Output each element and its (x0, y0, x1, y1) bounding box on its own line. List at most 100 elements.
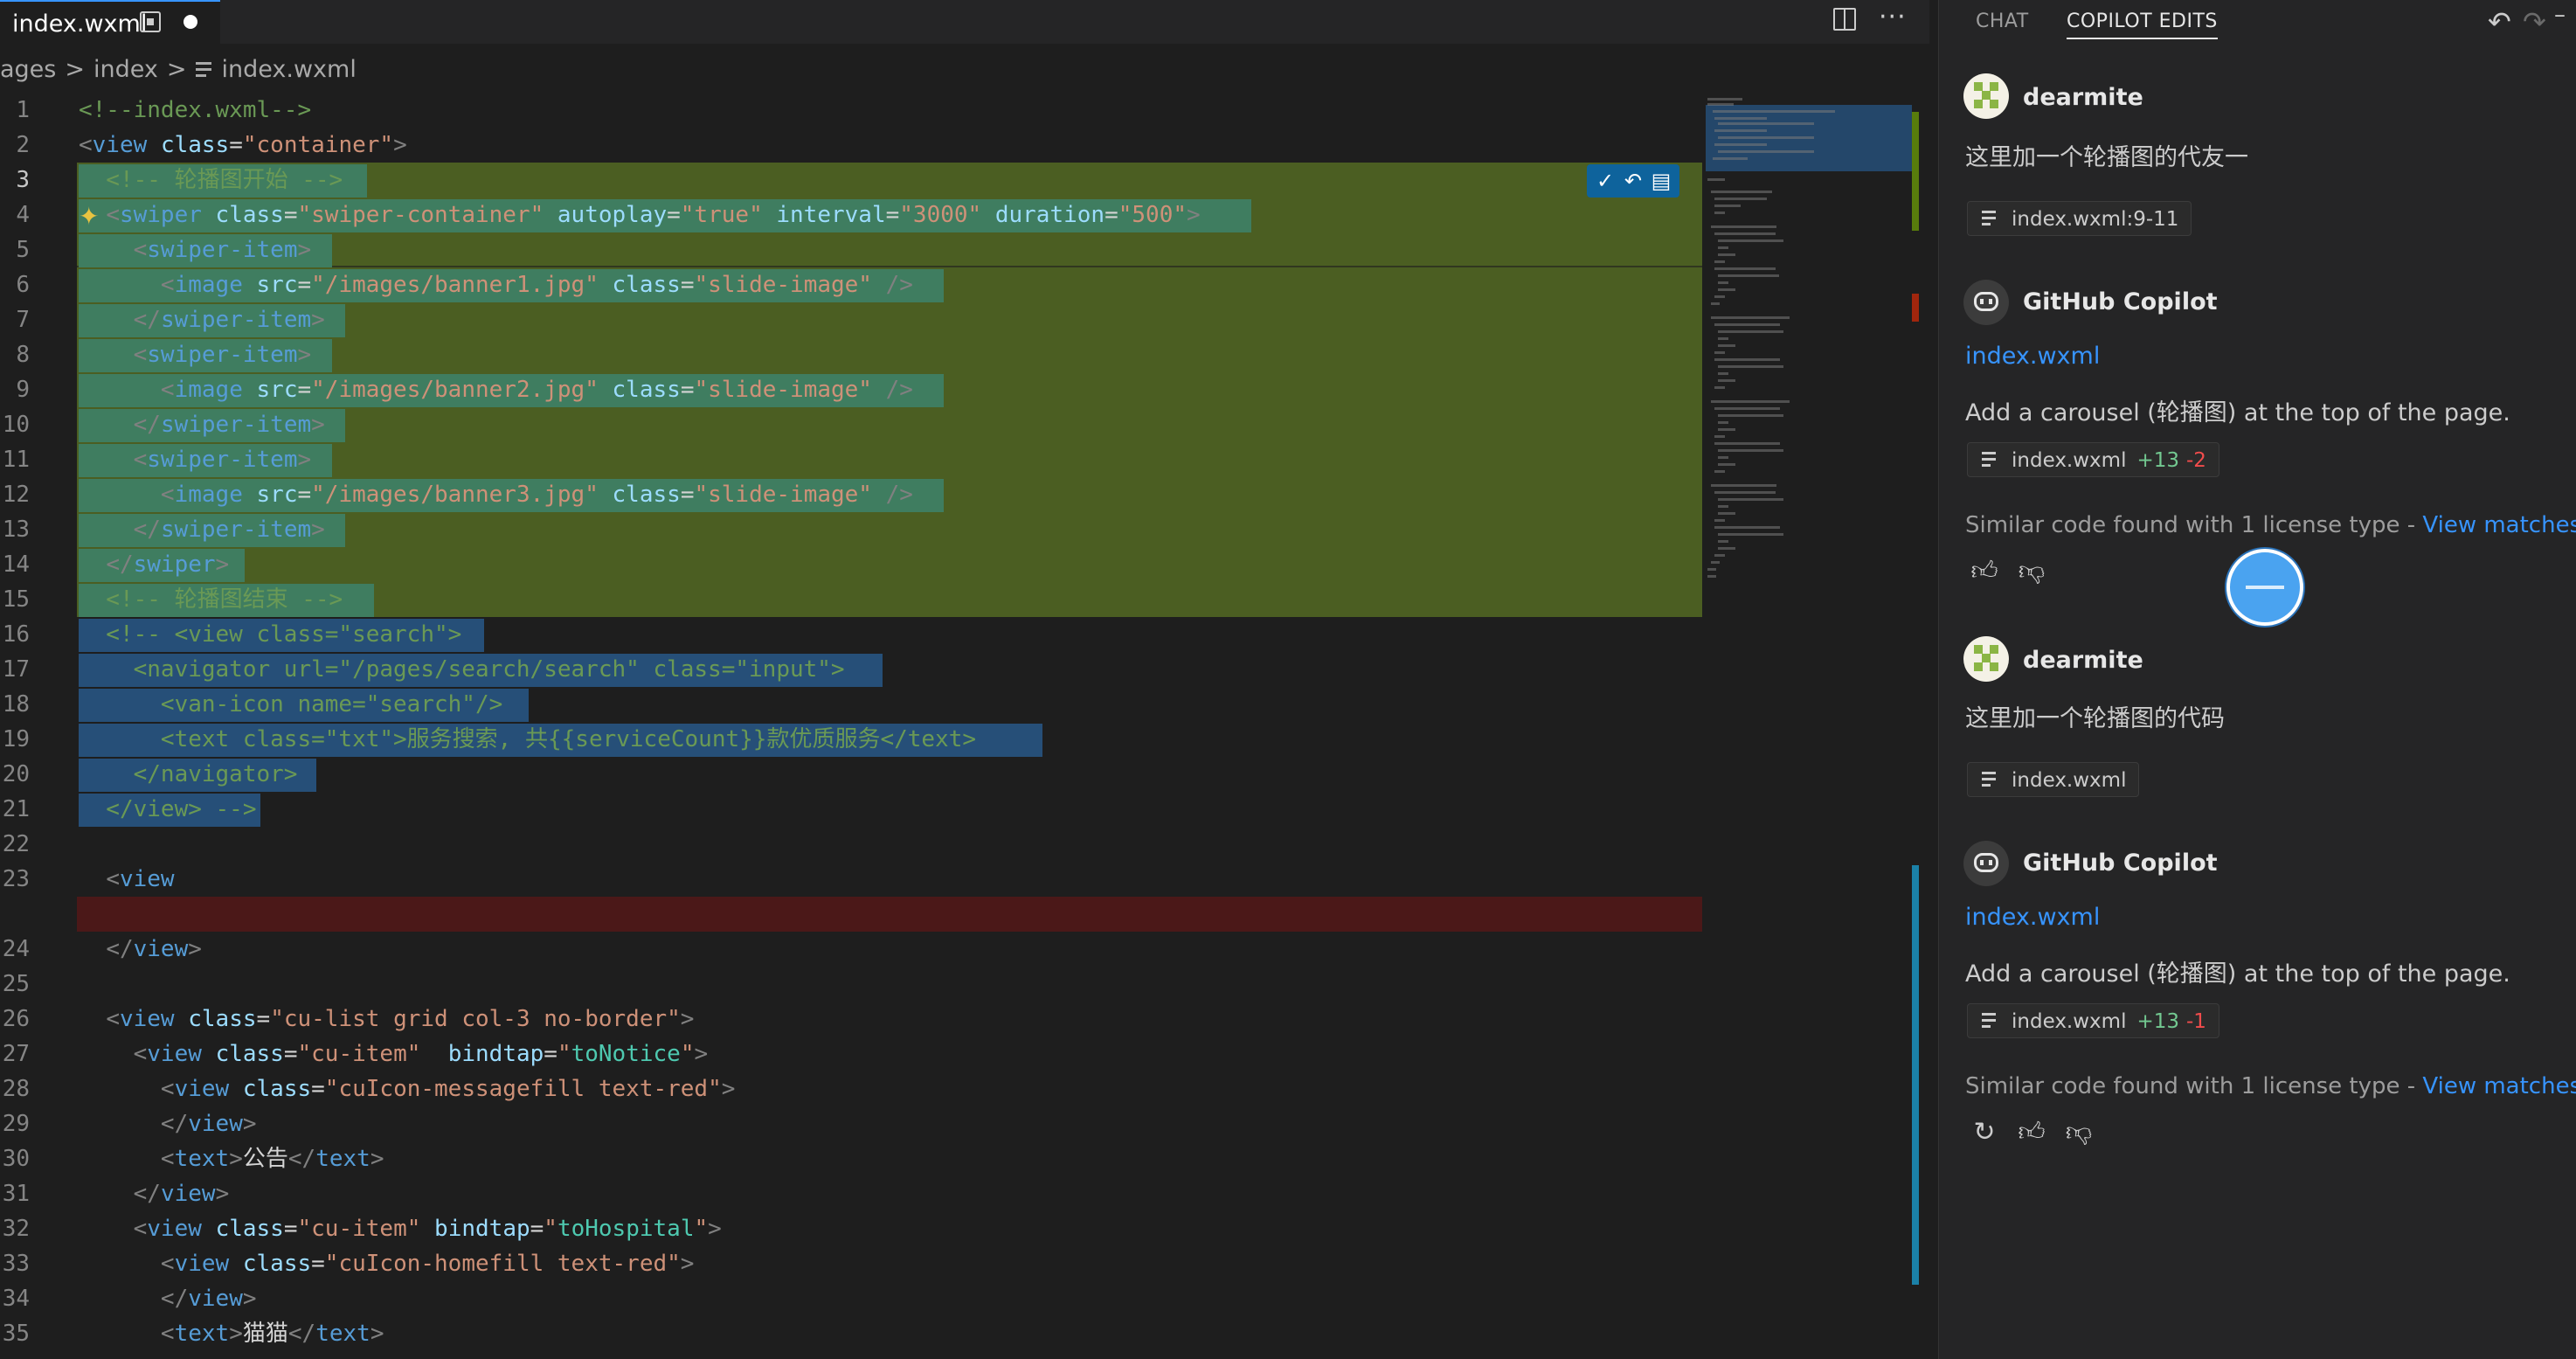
line-number: 35 (2, 1321, 30, 1347)
line-number: 18 (2, 691, 30, 718)
file-reference-chip[interactable]: index.wxml:9-11 (1967, 201, 2192, 236)
thumbs-down-icon[interactable]: 👎︎ (2063, 1117, 2095, 1148)
line-number: 7 (16, 307, 30, 333)
code-line[interactable]: 26 <view class="cu-list grid col-3 no-bo… (0, 1002, 1922, 1037)
minus-icon[interactable]: – (2554, 2, 2566, 28)
code-line[interactable]: 27 <view class="cu-item" bindtap="toNoti… (0, 1037, 1922, 1071)
code-line[interactable]: 20 </navigator> (0, 757, 1922, 792)
copilot-icon (1963, 841, 2009, 886)
thumbs-down-icon[interactable]: 👎︎ (2016, 556, 2047, 587)
code-line[interactable]: 23 <view (0, 862, 1922, 897)
file-link[interactable]: index.wxml (1965, 904, 2100, 931)
code-line[interactable]: 32 <view class="cu-item" bindtap="toHosp… (0, 1211, 1922, 1246)
line-number: 31 (2, 1181, 30, 1207)
code-line[interactable]: 9 <image src="/images/banner2.jpg" class… (0, 372, 1922, 407)
avatar (1963, 636, 2009, 682)
thumbs-up-icon[interactable]: 👍︎ (2016, 1117, 2047, 1148)
code-line[interactable]: 2 <view class="container"> (0, 128, 1922, 163)
file-lines-icon (195, 60, 213, 80)
similar-code-notice: Similar code found with 1 license type -… (1965, 1073, 2576, 1099)
line-number: 12 (2, 482, 30, 508)
more-actions-icon[interactable]: ··· (1879, 2, 1907, 32)
code-line[interactable]: 28 <view class="cuIcon-messagefill text-… (0, 1071, 1922, 1106)
code-line[interactable]: 31 </view> (0, 1176, 1922, 1211)
code-line[interactable]: 15 <!-- 轮播图结束 --> (0, 582, 1922, 617)
code-line[interactable]: 17 <navigator url="/pages/search/search"… (0, 652, 1922, 687)
tab-copilot-edits[interactable]: COPILOT EDITS (2067, 10, 2218, 39)
accept-check-icon[interactable]: ✓ (1592, 168, 1618, 194)
code-line[interactable]: 6 <image src="/images/banner1.jpg" class… (0, 267, 1922, 302)
code-line[interactable]: 13 </swiper-item> (0, 512, 1922, 547)
chevron-right-icon: > (65, 56, 85, 83)
preview-icon[interactable] (140, 11, 161, 32)
code-line[interactable]: 25 (0, 967, 1922, 1002)
code-line[interactable]: 8 <swiper-item> (0, 337, 1922, 372)
message-author: GitHub Copilot (2023, 288, 2218, 315)
code-line[interactable]: 7 </swiper-item> (0, 302, 1922, 337)
lines-removed: -1 (2186, 1010, 2206, 1033)
code-line[interactable]: 18 <van-icon name="search"/> (0, 687, 1922, 722)
message-text: 这里加一个轮播图的代码 (1965, 705, 2225, 732)
code-line[interactable]: 22 (0, 827, 1922, 862)
code-line[interactable]: 24 </view> (0, 932, 1922, 967)
sparkle-icon[interactable]: ✦ (79, 201, 99, 232)
similar-code-notice: Similar code found with 1 license type -… (1965, 512, 2576, 538)
edited-file-chip[interactable]: index.wxml +13 -2 (1967, 442, 2219, 477)
line-number: 14 (2, 551, 30, 578)
chip-label: index.wxml (2012, 769, 2127, 792)
code-line[interactable]: 10 </swiper-item> (0, 407, 1922, 442)
code-line[interactable]: 33 <view class="cuIcon-homefill text-red… (0, 1246, 1922, 1281)
code-line[interactable]: 5 <swiper-item> (0, 232, 1922, 267)
code-line[interactable]: 11 <swiper-item> (0, 442, 1922, 477)
message-text: 这里加一个轮播图的代友一 (1965, 144, 2248, 171)
code-line[interactable]: 34 </view> (0, 1281, 1922, 1316)
code-line[interactable]: 1 <!--index.wxml--> (0, 93, 1922, 128)
retry-icon[interactable]: ↻ (1969, 1117, 2000, 1148)
code-line[interactable]: 30 <text>公告</text> (0, 1141, 1922, 1176)
code-line[interactable]: 12 <image src="/images/banner3.jpg" clas… (0, 477, 1922, 512)
chip-label: index.wxml (2012, 449, 2127, 472)
lines-added: +13 (2136, 449, 2179, 472)
chevron-right-icon: > (166, 56, 187, 83)
line-number: 16 (2, 621, 30, 648)
code-line[interactable]: 14 </swiper> (0, 547, 1922, 582)
breadcrumb-item[interactable]: index (93, 56, 158, 83)
view-matches-link[interactable]: View matches (2422, 1073, 2576, 1099)
similar-text: Similar code found with 1 license type - (1965, 512, 2423, 538)
file-lines-icon (1982, 452, 1999, 469)
line-number: 21 (2, 796, 30, 822)
line-number: 13 (2, 517, 30, 543)
discard-undo-icon[interactable]: ↶ (1620, 168, 1646, 194)
code-line[interactable]: 29 </view> (0, 1106, 1922, 1141)
minimap[interactable] (1702, 94, 1912, 1359)
tab-index-wxml[interactable]: index.wxml (0, 0, 220, 44)
floating-assistant-icon[interactable] (2226, 549, 2303, 626)
undo-icon[interactable]: ↶ (2488, 5, 2511, 38)
line-number: 29 (2, 1111, 30, 1137)
file-reference-chip[interactable]: index.wxml (1967, 762, 2140, 797)
unsaved-dot-icon[interactable] (184, 15, 197, 29)
breadcrumb-item[interactable]: ages (0, 56, 56, 83)
similar-text: Similar code found with 1 license type - (1965, 1073, 2423, 1099)
line-number: 30 (2, 1146, 30, 1172)
tab-chat[interactable]: CHAT (1976, 10, 2029, 32)
line-number: 1 (16, 97, 30, 123)
redo-icon[interactable]: ↷ (2523, 5, 2546, 38)
file-link[interactable]: index.wxml (1965, 343, 2100, 370)
line-number: 26 (2, 1006, 30, 1032)
chip-label: index.wxml (2012, 1010, 2127, 1033)
split-editor-icon[interactable] (1833, 8, 1856, 31)
line-number: 28 (2, 1076, 30, 1102)
code-line[interactable]: 21 </view> --> (0, 792, 1922, 827)
code-line[interactable]: 4 <swiper class="swiper-container" autop… (0, 198, 1922, 232)
code-line[interactable]: 19 <text class="txt">服务搜索, 共{{serviceCou… (0, 722, 1922, 757)
breadcrumb-file[interactable]: index.wxml (222, 56, 357, 83)
code-line[interactable]: 16 <!-- <view class="search"> (0, 617, 1922, 652)
line-number: 33 (2, 1251, 30, 1277)
breadcrumb: ages > index > index.wxml (0, 56, 357, 94)
edited-file-chip[interactable]: index.wxml +13 -1 (1967, 1003, 2219, 1038)
thumbs-up-icon[interactable]: 👍︎ (1969, 556, 2000, 587)
view-matches-link[interactable]: View matches (2422, 512, 2576, 538)
code-line[interactable]: 35 <text>猫猫</text> (0, 1316, 1922, 1351)
diff-file-icon[interactable]: ▤ (1648, 168, 1674, 194)
